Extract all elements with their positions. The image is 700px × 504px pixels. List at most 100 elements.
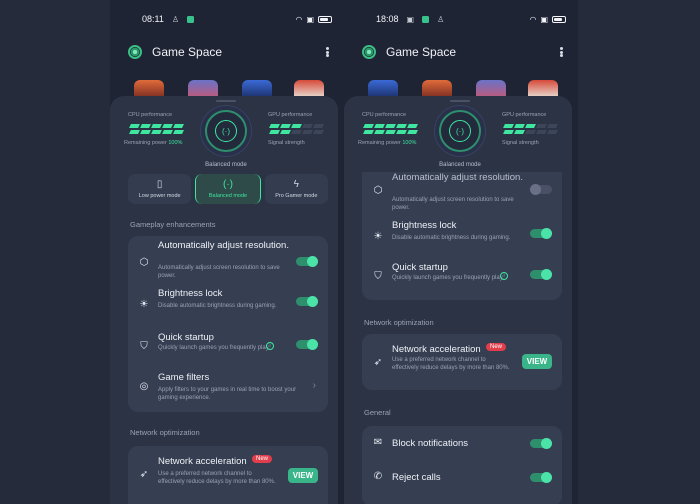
gpu-performance-label: GPU performance xyxy=(502,112,547,118)
info-icon[interactable]: i xyxy=(266,342,274,350)
game-space-logo xyxy=(362,45,376,59)
gpu-performance-bars xyxy=(503,124,558,128)
auto-resolution-toggle[interactable] xyxy=(296,256,318,267)
item-description: Disable automatic brightness during gami… xyxy=(158,303,277,309)
general-group: ✉ Block notifications ✆ Reject calls xyxy=(362,426,562,504)
balanced-icon: (·) xyxy=(215,120,237,142)
status-time: 18:08 xyxy=(376,14,399,24)
brightness-icon: ☀ xyxy=(373,230,383,242)
power-bars xyxy=(129,130,184,134)
resolution-icon: ⬡ xyxy=(373,184,383,196)
list-item-brightness-lock: ☀ Brightness lock Disable automatic brig… xyxy=(128,288,328,324)
remaining-power-value: 100% xyxy=(402,140,417,146)
item-title: Automatically adjust resolution. xyxy=(392,172,523,183)
item-title: Network acceleration xyxy=(392,344,481,355)
item-description: Use a preferred network channel to effec… xyxy=(392,357,510,371)
gameplay-section-title: Gameplay enhancements xyxy=(130,220,216,229)
item-title: Quick startup xyxy=(158,332,214,343)
list-item-network-acceleration: ➶ Network acceleration New Use a preferr… xyxy=(362,342,562,386)
gameplay-group: ⬡ Automatically adjust resolution. Autom… xyxy=(362,172,562,300)
auto-resolution-toggle[interactable] xyxy=(530,184,552,195)
brightness-lock-toggle[interactable] xyxy=(530,228,552,239)
quick-startup-toggle[interactable] xyxy=(296,339,318,350)
quick-startup-toggle[interactable] xyxy=(530,269,552,280)
remaining-power-label: Remaining power xyxy=(124,140,167,146)
item-description: Automatically adjust screen resolution t… xyxy=(158,265,280,279)
list-item-brightness-lock: ☀ Brightness lock Disable automatic brig… xyxy=(362,220,562,256)
item-description: Disable automatic brightness during gami… xyxy=(392,235,511,241)
current-mode-label: Balanced mode xyxy=(205,162,247,168)
app-header: Game Space xyxy=(344,38,578,66)
performance-mode-selector: ▯ Low power mode (·) Balanced mode ϟ Pro… xyxy=(128,174,328,204)
item-title: Block notifications xyxy=(392,438,469,449)
app-header: Game Space xyxy=(110,38,344,66)
network-section-title: Network optimization xyxy=(130,428,200,437)
cpu-performance-bars xyxy=(129,124,184,128)
list-item-quick-startup: ⛉ Quick startup Quickly launch games you… xyxy=(362,262,562,298)
phone-screen-right: 18:08 ▣ ♙ ◠ ▣ Game Space CPU performance… xyxy=(344,0,578,504)
item-title: Network acceleration xyxy=(158,456,247,467)
signal-bars xyxy=(503,130,558,134)
app-notification-icon xyxy=(187,15,195,23)
wifi-icon: ◠ xyxy=(529,14,537,24)
list-item-game-filters[interactable]: ◎ Game filters Apply filters to your gam… xyxy=(128,372,328,408)
item-title: Brightness lock xyxy=(158,288,223,299)
brightness-lock-toggle[interactable] xyxy=(296,296,318,307)
remaining-power-value: 100% xyxy=(168,140,183,146)
balanced-mode-button[interactable]: (·) Balanced mode xyxy=(195,174,261,204)
image-icon: ▣ xyxy=(406,14,415,24)
network-group: ➶ Network acceleration New Use a preferr… xyxy=(128,446,328,504)
performance-gauge: (·) xyxy=(205,110,247,152)
app-notification-icon xyxy=(422,15,430,23)
drag-handle[interactable] xyxy=(450,100,470,102)
general-section-title: General xyxy=(364,408,391,417)
status-bar: 18:08 ▣ ♙ ◠ ▣ xyxy=(344,0,578,38)
gpu-performance-label: GPU performance xyxy=(268,112,313,118)
list-item-quick-startup: ⛉ Quick startup Quickly launch games you… xyxy=(128,332,328,368)
rocket-icon: ➶ xyxy=(139,468,149,480)
info-icon[interactable]: i xyxy=(500,272,508,280)
block-notifications-toggle[interactable] xyxy=(530,438,552,449)
balanced-icon: (·) xyxy=(222,178,233,190)
item-title: Quick startup xyxy=(392,262,448,273)
item-description: Apply filters to your games in real time… xyxy=(158,387,297,401)
screen-record-icon: ▣ xyxy=(306,14,314,24)
item-description: Use a preferred network channel to effec… xyxy=(158,471,276,485)
mode-label: Balanced mode xyxy=(208,192,248,199)
view-button[interactable]: VIEW xyxy=(288,468,318,483)
mode-label: Low power mode xyxy=(138,192,181,199)
pro-gamer-mode-button[interactable]: ϟ Pro Gamer mode xyxy=(264,174,328,204)
view-button[interactable]: VIEW xyxy=(522,354,552,369)
network-section-title: Network optimization xyxy=(364,318,434,327)
reject-calls-toggle[interactable] xyxy=(530,472,552,483)
block-notifications-icon: ✉ xyxy=(373,436,383,448)
new-badge: New xyxy=(486,343,507,351)
reject-call-icon: ✆ xyxy=(373,470,383,482)
performance-panel: CPU performance Remaining power 100% (·)… xyxy=(110,106,338,168)
remaining-power-label: Remaining power xyxy=(358,140,401,146)
more-options-icon[interactable] xyxy=(322,45,332,59)
page-title: Game Space xyxy=(386,45,457,59)
list-item-network-acceleration: ➶ Network acceleration New Use a preferr… xyxy=(128,454,328,498)
resolution-icon: ⬡ xyxy=(139,256,149,268)
remaining-power-text: Remaining power 100% xyxy=(358,140,416,146)
gpu-performance-bars xyxy=(269,124,324,128)
user-icon: ♙ xyxy=(437,14,445,24)
drag-handle[interactable] xyxy=(216,100,236,102)
signal-strength-label: Signal strength xyxy=(502,140,539,146)
network-group: ➶ Network acceleration New Use a preferr… xyxy=(362,334,562,390)
gameplay-group: ⬡ Automatically adjust resolution. Autom… xyxy=(128,236,328,412)
rocket-icon: ➶ xyxy=(373,356,383,368)
cpu-performance-label: CPU performance xyxy=(128,112,173,118)
new-badge: New xyxy=(252,455,273,463)
signal-bars xyxy=(269,130,324,134)
item-title: Game filters xyxy=(158,372,210,383)
more-options-icon[interactable] xyxy=(556,45,566,59)
filter-icon: ◎ xyxy=(139,380,149,392)
battery-icon: ▯ xyxy=(156,178,163,190)
item-description: Automatically adjust screen resolution t… xyxy=(392,197,514,211)
screen-record-icon: ▣ xyxy=(540,14,548,24)
low-power-mode-button[interactable]: ▯ Low power mode xyxy=(128,174,192,204)
lightning-shield-icon: ⛉ xyxy=(374,270,382,282)
signal-strength-label: Signal strength xyxy=(268,140,305,146)
